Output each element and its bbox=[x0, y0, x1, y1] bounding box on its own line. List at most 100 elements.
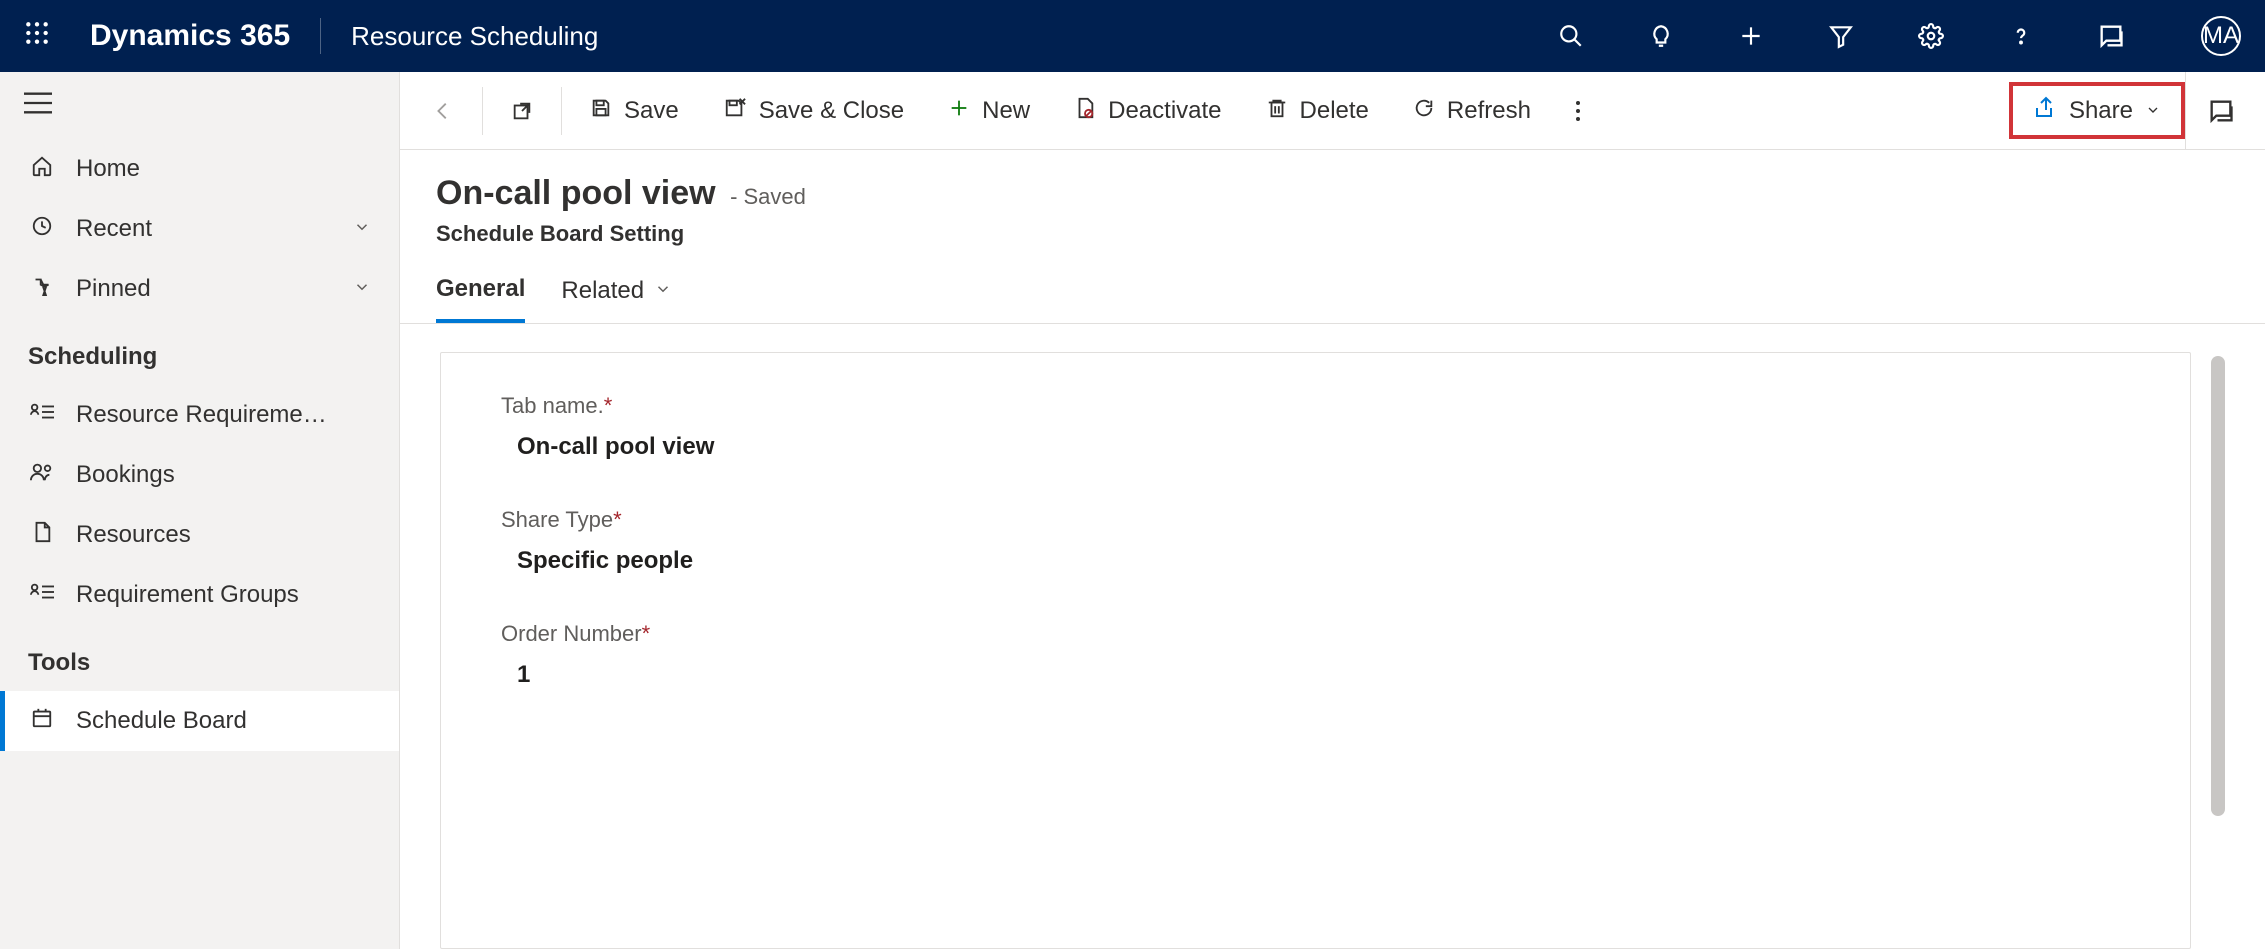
general-section: Tab name.* On-call pool view Share Type*… bbox=[440, 352, 2191, 949]
button-label: Delete bbox=[1300, 97, 1369, 125]
lightbulb-icon[interactable] bbox=[1641, 16, 1681, 56]
add-icon[interactable] bbox=[1731, 16, 1771, 56]
required-asterisk: * bbox=[642, 621, 651, 646]
open-in-new-window-button[interactable] bbox=[489, 72, 555, 149]
nav-group-tools: Tools bbox=[0, 625, 399, 691]
nav-label: Resource Requireme… bbox=[76, 401, 327, 429]
home-icon bbox=[28, 155, 56, 183]
tab-related[interactable]: Related bbox=[561, 275, 672, 323]
nav-schedule-board[interactable]: Schedule Board bbox=[0, 691, 399, 751]
global-icons: MA bbox=[1551, 16, 2241, 56]
nav-home[interactable]: Home bbox=[0, 139, 399, 199]
save-icon bbox=[590, 97, 612, 125]
new-button[interactable]: New bbox=[926, 72, 1052, 149]
field-label: Order Number* bbox=[501, 621, 2130, 647]
label-text: Order Number bbox=[501, 621, 642, 646]
help-icon[interactable] bbox=[2001, 16, 2041, 56]
user-avatar[interactable]: MA bbox=[2201, 16, 2241, 56]
button-label: Save & Close bbox=[759, 97, 904, 125]
save-button[interactable]: Save bbox=[568, 72, 701, 149]
command-bar: Save Save & Close New Deactivate bbox=[400, 72, 2265, 150]
nav-label: Pinned bbox=[76, 275, 151, 303]
deactivate-icon bbox=[1074, 97, 1096, 125]
document-icon bbox=[28, 521, 56, 549]
nav-label: Home bbox=[76, 155, 140, 183]
pin-icon bbox=[28, 275, 56, 303]
nav-label: Requirement Groups bbox=[76, 581, 299, 609]
field-value[interactable]: On-call pool view bbox=[501, 433, 2130, 461]
app-launcher-icon[interactable] bbox=[24, 20, 50, 53]
form-tabs: General Related bbox=[400, 265, 2265, 324]
hamburger-icon[interactable] bbox=[0, 72, 399, 139]
field-value[interactable]: 1 bbox=[501, 661, 2130, 689]
module-label[interactable]: Resource Scheduling bbox=[351, 21, 598, 52]
separator bbox=[482, 87, 483, 135]
nav-label: Recent bbox=[76, 215, 152, 243]
field-label: Share Type* bbox=[501, 507, 2130, 533]
record-entity-label: Schedule Board Setting bbox=[436, 221, 2229, 247]
clock-icon bbox=[28, 215, 56, 243]
button-label: New bbox=[982, 97, 1030, 125]
button-label: Refresh bbox=[1447, 97, 1531, 125]
nav-requirement-groups[interactable]: Requirement Groups bbox=[0, 565, 399, 625]
chevron-down-icon bbox=[654, 277, 672, 305]
tab-label: Related bbox=[561, 277, 644, 305]
required-asterisk: * bbox=[613, 507, 622, 532]
save-and-close-button[interactable]: Save & Close bbox=[701, 72, 926, 149]
assistant-pane-toggle[interactable] bbox=[2185, 72, 2255, 149]
trash-icon bbox=[1266, 97, 1288, 125]
scrollbar-thumb[interactable] bbox=[2211, 356, 2225, 816]
required-asterisk: * bbox=[604, 393, 613, 418]
field-tab-name[interactable]: Tab name.* On-call pool view bbox=[501, 393, 2130, 461]
search-icon[interactable] bbox=[1551, 16, 1591, 56]
main-content: Save Save & Close New Deactivate bbox=[400, 72, 2265, 949]
site-map-sidebar: Home Recent Pinned Scheduling R bbox=[0, 72, 400, 949]
field-label: Tab name.* bbox=[501, 393, 2130, 419]
back-button[interactable] bbox=[410, 72, 476, 149]
more-commands-button[interactable] bbox=[1553, 72, 1603, 149]
field-order-number[interactable]: Order Number* 1 bbox=[501, 621, 2130, 689]
nav-label: Schedule Board bbox=[76, 707, 247, 735]
chat-icon[interactable] bbox=[2091, 16, 2131, 56]
nav-resource-requirements[interactable]: Resource Requireme… bbox=[0, 385, 399, 445]
nav-label: Resources bbox=[76, 521, 191, 549]
button-label: Save bbox=[624, 97, 679, 125]
record-title: On-call pool view bbox=[436, 174, 716, 212]
chevron-down-icon bbox=[2145, 97, 2161, 125]
nav-group-scheduling: Scheduling bbox=[0, 319, 399, 385]
separator bbox=[561, 87, 562, 135]
form-body: Tab name.* On-call pool view Share Type*… bbox=[400, 324, 2265, 949]
divider bbox=[320, 18, 321, 54]
list-person-icon bbox=[28, 401, 56, 429]
share-button[interactable]: Share bbox=[2009, 82, 2185, 139]
record-save-status: - Saved bbox=[730, 184, 806, 209]
refresh-button[interactable]: Refresh bbox=[1391, 72, 1553, 149]
avatar-initials: MA bbox=[2203, 22, 2239, 50]
nav-label: Bookings bbox=[76, 461, 175, 489]
refresh-icon bbox=[1413, 97, 1435, 125]
list-person-icon bbox=[28, 581, 56, 609]
save-close-icon bbox=[723, 97, 747, 125]
chevron-down-icon bbox=[353, 276, 371, 302]
nav-bookings[interactable]: Bookings bbox=[0, 445, 399, 505]
global-top-bar: Dynamics 365 Resource Scheduling MA bbox=[0, 0, 2265, 72]
nav-recent[interactable]: Recent bbox=[0, 199, 399, 259]
field-value[interactable]: Specific people bbox=[501, 547, 2130, 575]
tab-label: General bbox=[436, 275, 525, 303]
record-header: On-call pool view - Saved Schedule Board… bbox=[400, 150, 2265, 265]
share-icon bbox=[2033, 96, 2057, 125]
label-text: Tab name. bbox=[501, 393, 604, 418]
deactivate-button[interactable]: Deactivate bbox=[1052, 72, 1243, 149]
nav-pinned[interactable]: Pinned bbox=[0, 259, 399, 319]
delete-button[interactable]: Delete bbox=[1244, 72, 1391, 149]
gear-icon[interactable] bbox=[1911, 16, 1951, 56]
brand-label[interactable]: Dynamics 365 bbox=[90, 19, 290, 53]
button-label: Deactivate bbox=[1108, 97, 1221, 125]
nav-resources[interactable]: Resources bbox=[0, 505, 399, 565]
filter-icon[interactable] bbox=[1821, 16, 1861, 56]
field-share-type[interactable]: Share Type* Specific people bbox=[501, 507, 2130, 575]
plus-icon bbox=[948, 97, 970, 125]
people-icon bbox=[28, 461, 56, 489]
tab-general[interactable]: General bbox=[436, 275, 525, 323]
label-text: Share Type bbox=[501, 507, 613, 532]
